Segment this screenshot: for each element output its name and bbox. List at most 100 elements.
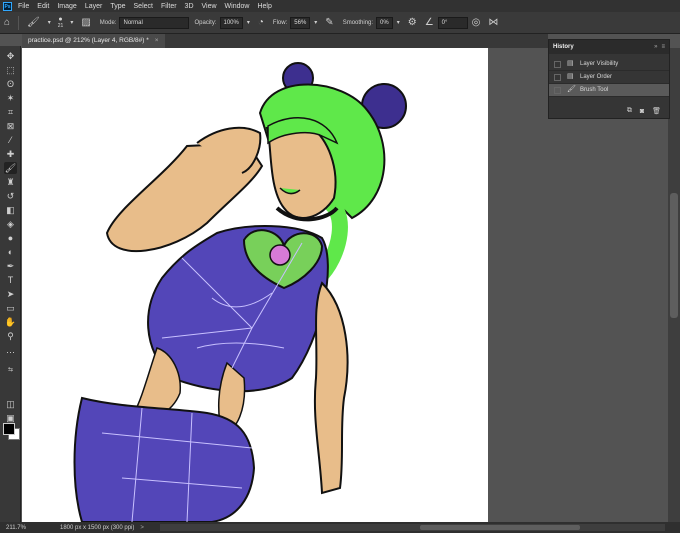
zoom-level[interactable]: 211.7% (6, 525, 40, 531)
horizontal-scrollbar-thumb[interactable] (420, 525, 580, 530)
history-item-label: Layer Visibility (580, 61, 619, 67)
home-icon[interactable]: ⌂ (4, 17, 10, 28)
vertical-scrollbar[interactable] (668, 48, 680, 523)
opacity-label: Opacity: (194, 19, 217, 26)
document-canvas[interactable] (22, 48, 488, 522)
pressure-size-icon[interactable]: ◎ (472, 17, 481, 28)
path-selection-tool-icon[interactable]: ➤ (4, 288, 17, 300)
document-info[interactable]: 1800 px x 1500 px (300 ppi) (60, 525, 134, 531)
collapse-panel-icon[interactable]: » (654, 44, 657, 50)
angle-field[interactable]: 0° (437, 16, 468, 29)
eyedropper-tool-icon[interactable]: ⁄ (4, 134, 17, 146)
history-panel: History » ≡ ▤ Layer Visibility ▤ Layer O… (548, 39, 670, 119)
history-state-icon: ▤ (567, 60, 574, 67)
history-panel-header: History » ≡ (549, 40, 669, 54)
pen-tool-icon[interactable]: ✒ (4, 260, 17, 272)
foreground-color-swatch[interactable] (3, 423, 15, 435)
artwork-illustration (73, 62, 407, 522)
menu-bar: Ps File Edit Image Layer Type Select Fil… (0, 0, 680, 12)
menu-window[interactable]: Window (225, 3, 250, 10)
symmetry-butterfly-icon[interactable]: ⋈ (488, 17, 498, 28)
horizontal-scrollbar[interactable] (160, 524, 665, 531)
status-menu-arrow[interactable]: > (140, 525, 144, 531)
chevron-down-icon[interactable]: ▾ (314, 19, 317, 26)
crop-tool-icon[interactable]: ⌗ (4, 106, 17, 118)
dodge-tool-icon[interactable]: ◐ (4, 246, 17, 258)
menu-type[interactable]: Type (110, 3, 125, 10)
menu-view[interactable]: View (202, 3, 217, 10)
panel-menu-icon[interactable]: ≡ (661, 44, 665, 50)
mode-select[interactable]: Normal (119, 16, 190, 29)
menu-3d[interactable]: 3D (185, 3, 194, 10)
history-state-icon: ▤ (567, 73, 574, 80)
brush-tip-icon: ● (58, 16, 63, 23)
paint-bucket-tool-icon[interactable]: ◈ (4, 218, 17, 230)
type-tool-icon[interactable]: T (4, 274, 17, 286)
photoshop-logo: Ps (3, 1, 12, 11)
swap-colors-icon[interactable]: ⇆ (4, 364, 17, 376)
healing-brush-tool-icon[interactable]: ✚ (4, 148, 17, 160)
history-brush-tool-icon[interactable]: ↺ (4, 190, 17, 202)
vertical-scrollbar-thumb[interactable] (670, 193, 678, 318)
menu-edit[interactable]: Edit (37, 3, 49, 10)
marquee-tool-icon[interactable]: ⬚ (4, 64, 17, 76)
chevron-down-icon[interactable]: ▾ (247, 19, 250, 26)
menu-layer[interactable]: Layer (85, 3, 103, 10)
opacity-field[interactable]: 100% (219, 16, 243, 29)
history-item-label: Brush Tool (580, 87, 609, 93)
history-snapshot-checkbox[interactable] (554, 87, 561, 94)
history-item-label: Layer Order (580, 74, 613, 80)
clone-stamp-tool-icon[interactable]: ♜ (4, 176, 17, 188)
options-bar: ⌂ 🖌 ▾ ● 21 ▾ ▨ Mode: Normal Opacity: 100… (0, 12, 680, 34)
chevron-down-icon[interactable]: ▾ (48, 19, 51, 26)
magic-wand-tool-icon[interactable]: ✶ (4, 92, 17, 104)
brush-tool-icon[interactable]: 🖌 (27, 17, 40, 28)
eraser-tool-icon[interactable]: ◧ (4, 204, 17, 216)
brush-preset-picker[interactable]: ● 21 (58, 16, 64, 29)
mode-label: Mode: (99, 19, 117, 26)
chevron-down-icon[interactable]: ▾ (70, 19, 73, 26)
blur-tool-icon[interactable]: ● (4, 232, 17, 244)
divider (18, 15, 20, 30)
brush-settings-icon[interactable]: ▨ (81, 17, 90, 28)
brush-size: 21 (57, 23, 64, 29)
hand-tool-icon[interactable]: ✋ (4, 316, 17, 328)
move-tool-icon[interactable]: ✥ (4, 50, 17, 62)
tools-panel: ✥ ⬚ ʘ ✶ ⌗ ⊠ ⁄ ✚ 🖌 ♜ ↺ ◧ ◈ ● ◐ ✒ T ➤ ▭ ✋ … (0, 46, 21, 525)
airbrush-icon[interactable]: ✎ (325, 17, 333, 28)
history-panel-footer: ⧉ ◙ 🗑 (549, 104, 669, 118)
menu-file[interactable]: File (18, 3, 29, 10)
zoom-tool-icon[interactable]: ⚲ (4, 330, 17, 342)
frame-tool-icon[interactable]: ⊠ (4, 120, 17, 132)
new-document-from-state-icon[interactable]: ⧉ (627, 107, 632, 115)
camera-icon[interactable]: ◙ (640, 108, 644, 115)
history-snapshot-checkbox[interactable] (554, 74, 561, 81)
trash-icon[interactable]: 🗑 (652, 107, 661, 115)
history-item[interactable]: ▤ Layer Order (549, 71, 669, 84)
close-icon[interactable]: × (155, 37, 159, 44)
menu-image[interactable]: Image (57, 3, 76, 10)
smoothing-field[interactable]: 0% (376, 16, 393, 29)
flow-label: Flow: (272, 19, 288, 26)
history-item-active[interactable]: 🖌 Brush Tool (549, 84, 669, 97)
flow-field[interactable]: 56% (290, 16, 311, 29)
menu-select[interactable]: Select (134, 3, 153, 10)
rectangle-tool-icon[interactable]: ▭ (4, 302, 17, 314)
menu-filter[interactable]: Filter (161, 3, 177, 10)
history-item[interactable]: ▤ Layer Visibility (549, 58, 669, 71)
history-panel-title[interactable]: History (553, 44, 574, 50)
more-tools-icon[interactable]: ⋯ (4, 346, 17, 358)
brush-tool-icon[interactable]: 🖌 (4, 162, 17, 174)
chevron-down-icon[interactable]: ▾ (397, 19, 400, 26)
gear-icon[interactable]: ⚙ (408, 17, 417, 28)
lasso-tool-icon[interactable]: ʘ (4, 78, 17, 90)
document-tab-title: practice.psd @ 212% (Layer 4, RGB/8#) * (28, 37, 149, 44)
menu-help[interactable]: Help (257, 3, 271, 10)
quick-mask-icon[interactable]: ◫ (4, 398, 17, 410)
history-snapshot-checkbox[interactable] (554, 61, 561, 68)
document-tab[interactable]: practice.psd @ 212% (Layer 4, RGB/8#) * × (22, 34, 165, 48)
pressure-opacity-icon[interactable]: ◔ (258, 17, 264, 28)
brush-icon: 🖌 (567, 86, 576, 93)
smoothing-label: Smoothing: (342, 19, 374, 26)
angle-icon: ∠ (424, 17, 434, 28)
